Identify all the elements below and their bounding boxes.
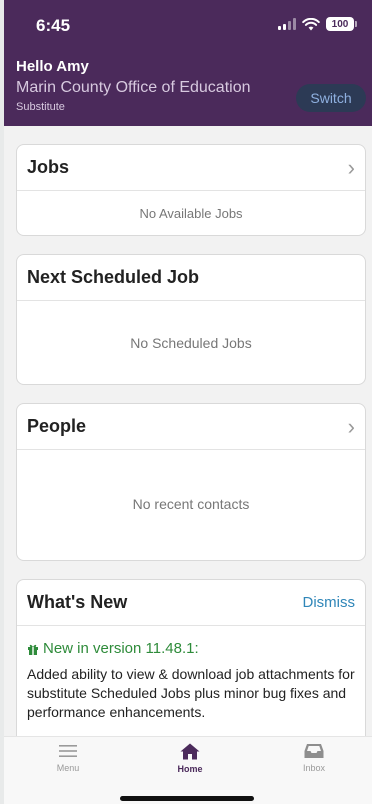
next-job-empty: No Scheduled Jobs — [130, 334, 252, 351]
version-label: New in version 11.48.1: — [43, 640, 199, 657]
next-job-card: Next Scheduled Job No Scheduled Jobs — [16, 254, 366, 385]
next-job-card-header: Next Scheduled Job — [17, 255, 365, 301]
signal-icon — [278, 18, 296, 30]
jobs-empty: No Available Jobs — [139, 205, 243, 221]
inbox-icon — [304, 744, 324, 758]
status-bar: 6:45 100 — [4, 0, 372, 50]
whats-new-card: What's New Dismiss New in version 11.48.… — [16, 579, 366, 759]
tab-inbox-label: Inbox — [302, 763, 326, 773]
whats-new-title: What's New — [27, 592, 128, 612]
home-icon — [180, 743, 200, 760]
jobs-card: Jobs › No Available Jobs — [16, 144, 366, 236]
switch-button[interactable]: Switch — [296, 84, 366, 112]
chevron-right-icon: › — [347, 154, 355, 180]
jobs-card-header[interactable]: Jobs › — [17, 145, 365, 191]
status-icons: 100 — [278, 17, 357, 31]
tab-bar: Menu Home Inbox — [4, 736, 372, 804]
organization-name: Marin County Office of Education — [16, 79, 251, 96]
people-card: People › No recent contacts — [16, 403, 366, 561]
tab-home[interactable]: Home — [150, 743, 230, 774]
next-job-title: Next Scheduled Job — [27, 267, 200, 287]
status-time: 6:45 — [36, 16, 71, 35]
dismiss-button[interactable]: Dismiss — [303, 594, 356, 611]
tab-home-label: Home — [177, 764, 203, 774]
people-card-header[interactable]: People › — [17, 404, 365, 450]
tab-menu[interactable]: Menu — [28, 743, 108, 773]
whats-new-body: Added ability to view & download job att… — [27, 666, 355, 720]
greeting: Hello Amy — [16, 58, 89, 75]
app-header: 6:45 100 Hello Amy Marin County Office o… — [4, 0, 372, 126]
gift-icon — [28, 644, 38, 655]
app-screen: 6:45 100 Hello Amy Marin County Office o… — [4, 0, 372, 804]
tab-inbox[interactable]: Inbox — [274, 743, 354, 773]
version-heading: New in version 11.48.1: — [17, 626, 365, 661]
whats-new-header: What's New Dismiss — [17, 580, 365, 626]
home-indicator — [120, 796, 254, 801]
battery-icon: 100 — [326, 17, 357, 31]
tab-menu-label: Menu — [56, 763, 80, 773]
jobs-title: Jobs — [27, 157, 70, 177]
user-role: Substitute — [16, 101, 65, 113]
menu-icon — [59, 745, 77, 757]
people-empty: No recent contacts — [132, 496, 250, 512]
wifi-icon — [302, 17, 320, 30]
chevron-right-icon: › — [347, 413, 355, 439]
people-title: People — [27, 416, 87, 436]
